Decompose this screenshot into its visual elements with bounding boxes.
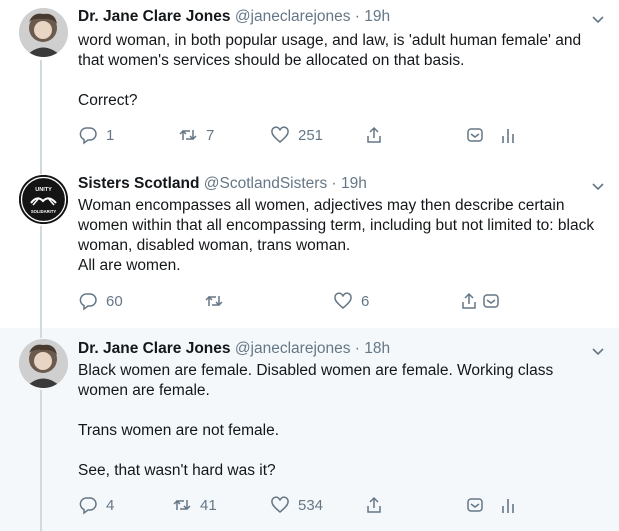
reply-button[interactable]: 60 (78, 291, 123, 311)
reply-count: 60 (106, 292, 123, 310)
like-count: 6 (361, 292, 370, 310)
like-button[interactable]: 6 (333, 291, 369, 311)
thread-line (40, 60, 42, 160)
retweet-button[interactable]: 41 (172, 495, 217, 515)
heart-icon (271, 126, 289, 143)
analytics-button[interactable] (498, 125, 518, 145)
avatar-text-top: UNITY (35, 187, 52, 193)
chevron-down-icon[interactable] (591, 179, 605, 193)
retweet-button[interactable] (204, 291, 232, 311)
reply-count: 4 (106, 496, 115, 514)
like-count: 534 (298, 496, 324, 514)
author-name[interactable]: Dr. Jane Clare Jones (78, 340, 231, 357)
tweet-header: Sisters Scotland @ScotlandSisters · 19h (78, 175, 367, 193)
share-button[interactable] (364, 495, 384, 515)
retweet-count: 41 (200, 496, 217, 514)
tweet-text: Black women are female. Disabled women a… (78, 362, 554, 479)
heart-icon (334, 292, 352, 309)
tweet-3[interactable]: Dr. Jane Clare Jones @janeclarejones · 1… (0, 328, 619, 531)
author-name[interactable]: Dr. Jane Clare Jones (78, 8, 231, 25)
author-handle[interactable]: @janeclarejones · 19h (235, 8, 390, 25)
dm-icon (467, 128, 483, 142)
retweet-icon (205, 295, 223, 307)
tweet-text: word woman, in both popular usage, and l… (78, 32, 582, 109)
reply-icon (79, 293, 97, 311)
reply-button[interactable]: 1 (78, 125, 114, 145)
share-icon (462, 292, 476, 309)
share-icon (367, 126, 381, 143)
share-button[interactable] (459, 291, 479, 311)
like-button[interactable]: 534 (270, 495, 323, 515)
avatar[interactable]: UNITY SOLIDARITY (19, 175, 68, 224)
author-name[interactable]: Sisters Scotland (78, 175, 199, 192)
dm-button[interactable] (465, 125, 485, 145)
dm-icon (467, 498, 483, 512)
retweet-count: 7 (206, 126, 215, 144)
reply-icon (79, 127, 97, 145)
author-handle[interactable]: @ScotlandSisters · 19h (204, 175, 367, 192)
like-count: 251 (298, 126, 324, 144)
tweet-1[interactable]: Dr. Jane Clare Jones @janeclarejones · 1… (0, 0, 619, 160)
chevron-down-icon[interactable] (591, 12, 605, 26)
reply-count: 1 (106, 126, 115, 144)
like-button[interactable]: 251 (270, 125, 323, 145)
retweet-button[interactable]: 7 (178, 125, 214, 145)
retweet-icon (173, 499, 191, 511)
chevron-down-icon[interactable] (591, 344, 605, 358)
dm-button[interactable] (481, 291, 501, 311)
thread-line (40, 160, 42, 174)
avatar[interactable] (19, 8, 68, 57)
tweet-text: Woman encompasses all women, adjectives … (78, 197, 595, 274)
thread-line (40, 328, 42, 338)
thread-line (40, 390, 42, 531)
retweet-icon (179, 129, 197, 141)
share-icon (367, 496, 381, 513)
avatar-text-bottom: SOLIDARITY (31, 209, 57, 214)
thread-line (40, 226, 42, 328)
reply-icon (79, 497, 97, 515)
tweet-header: Dr. Jane Clare Jones @janeclarejones · 1… (78, 8, 390, 26)
tweet-header: Dr. Jane Clare Jones @janeclarejones · 1… (78, 340, 390, 358)
dm-icon (483, 294, 499, 308)
dm-button[interactable] (465, 495, 485, 515)
analytics-icon (502, 499, 514, 513)
reply-button[interactable]: 4 (78, 495, 114, 515)
analytics-icon (502, 129, 514, 143)
analytics-button[interactable] (498, 495, 518, 515)
avatar[interactable] (19, 339, 68, 388)
author-handle[interactable]: @janeclarejones · 18h (235, 340, 390, 357)
heart-icon (271, 496, 289, 513)
tweet-2[interactable]: UNITY SOLIDARITY Sisters Scotland @Scotl… (0, 160, 619, 328)
share-button[interactable] (364, 125, 384, 145)
